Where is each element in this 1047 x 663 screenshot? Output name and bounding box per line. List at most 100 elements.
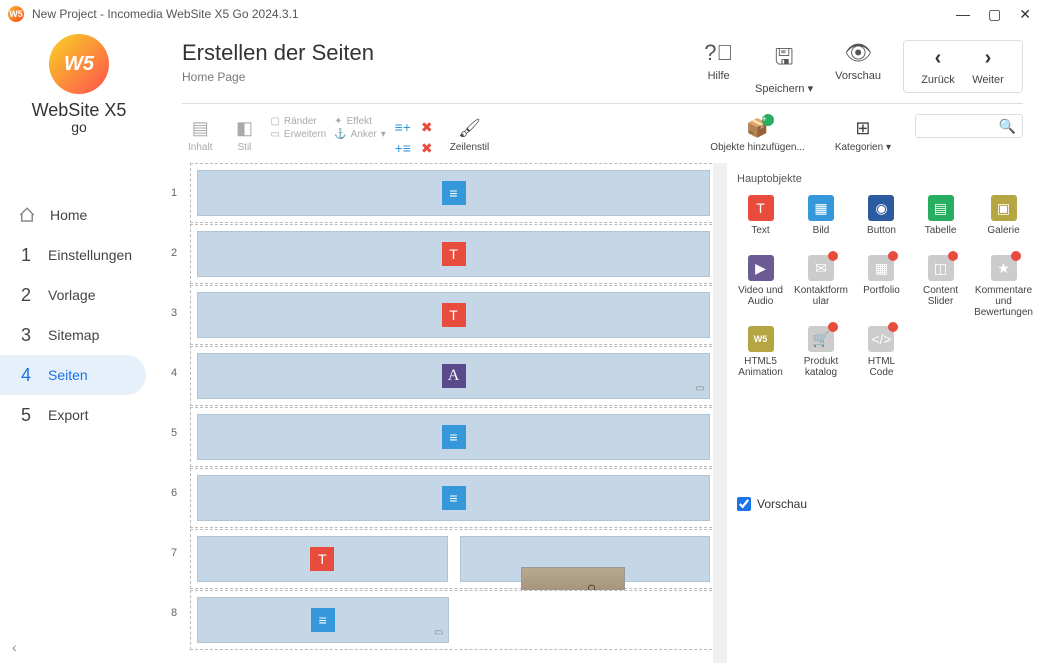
empty-cell[interactable]	[461, 597, 711, 643]
col-remove-button[interactable]: ✖	[418, 139, 436, 157]
row-number: 2	[158, 223, 190, 283]
app-logo: W5	[49, 34, 109, 94]
page-row[interactable]: T CACAO	[190, 529, 717, 589]
title-object-icon: T	[310, 547, 334, 571]
title-cell[interactable]: T	[197, 292, 710, 338]
page-row[interactable]: ≡	[190, 468, 717, 528]
object-label: Produkt katalog	[804, 356, 838, 378]
object-produkt-katalog[interactable]: 🛒 Produkt katalog	[792, 324, 850, 380]
object-icon: ★	[991, 255, 1017, 281]
object-label: Bild	[813, 225, 830, 247]
object-label: Kontaktform ular	[794, 285, 848, 307]
page-row[interactable]: ≡	[190, 407, 717, 467]
page-row[interactable]: ≡▭	[190, 590, 717, 650]
title-cell[interactable]: T	[197, 231, 710, 277]
save-button[interactable]: 🖫Speichern ▾	[755, 40, 813, 95]
row-number: 3	[158, 283, 190, 343]
object-kontaktform-ular[interactable]: ✉Kontaktform ular	[792, 253, 850, 320]
preview-button[interactable]: 👁Vorschau	[835, 40, 881, 82]
object-portfolio[interactable]: ▦ Portfolio	[854, 253, 909, 320]
object-icon: 🛒	[808, 326, 834, 352]
nav-sitemap[interactable]: 3Sitemap	[0, 315, 146, 355]
text-object-icon: ≡	[442, 425, 466, 449]
vertical-scrollbar[interactable]	[713, 163, 727, 663]
object-galerie[interactable]: ▣Galerie	[972, 193, 1035, 249]
chevron-right-icon: ›	[985, 47, 992, 70]
anchor-button[interactable]: ⚓ Anker ▾	[334, 129, 386, 140]
borders-button[interactable]: ▢ Ränder	[270, 116, 326, 127]
object-icon: ▣	[991, 195, 1017, 221]
object-text[interactable]: TText	[733, 193, 788, 249]
page-subtitle: Home Page	[182, 70, 374, 84]
object-html-code[interactable]: </> HTML Code	[854, 324, 909, 380]
object-kommentare-und-bewertungen[interactable]: ★ Kommentare und Bewertungen	[972, 253, 1035, 320]
object-label: Content Slider	[923, 285, 958, 307]
preview-checkbox[interactable]: Vorschau	[733, 487, 1035, 651]
object-label: Tabelle	[925, 225, 957, 247]
page-canvas[interactable]: 1 2 3 4 5 6 7 8 ≡ T T	[158, 163, 727, 663]
categories-icon: ⊞	[851, 116, 875, 140]
object-label: Kommentare und Bewertungen	[974, 285, 1033, 318]
page-row[interactable]: A▭	[190, 346, 717, 406]
object-label: Portfolio	[863, 285, 900, 307]
back-button[interactable]: ‹Zurück	[916, 47, 960, 86]
text-cell[interactable]: ≡▭	[197, 597, 449, 643]
text-object-icon: ≡	[442, 486, 466, 510]
text-cell[interactable]: ≡	[197, 414, 710, 460]
object-video-und-audio[interactable]: ▶Video und Audio	[733, 253, 788, 320]
home-icon	[18, 206, 36, 224]
text-object-icon: ≡	[311, 608, 335, 632]
minimize-button[interactable]: —	[956, 6, 970, 23]
app-icon: W5	[8, 6, 24, 22]
nav-pages[interactable]: 4Seiten	[0, 355, 146, 395]
object-tabelle[interactable]: ▤ Tabelle	[913, 193, 968, 249]
search-icon: 🔍	[999, 118, 1016, 135]
page-row[interactable]: T	[190, 224, 717, 284]
object-bild[interactable]: ▦Bild	[792, 193, 850, 249]
nav-template[interactable]: 2Vorlage	[0, 275, 146, 315]
page-row[interactable]: T	[190, 285, 717, 345]
categories-button[interactable]: ⊞Kategorien ▾	[829, 114, 897, 155]
eye-icon: 👁	[844, 40, 872, 66]
object-label: HTML5 Animation	[738, 356, 782, 378]
nav-home[interactable]: Home	[0, 195, 146, 235]
search-input[interactable]: 🔍	[915, 114, 1023, 138]
object-icon: T	[748, 195, 774, 221]
content-button[interactable]: ▤Inhalt	[182, 114, 218, 155]
rowstyle-button[interactable]: 🖌Zeilenstil	[444, 114, 495, 155]
page-row[interactable]: ≡	[190, 163, 717, 223]
next-button[interactable]: ›Weiter	[966, 47, 1010, 86]
effect-button[interactable]: ✦ Effekt	[334, 116, 386, 127]
object-html5-animation[interactable]: W5HTML5 Animation	[733, 324, 788, 380]
cell-badge-icon: ▭	[434, 627, 443, 638]
nav-export[interactable]: 5Export	[0, 395, 146, 435]
add-objects-button[interactable]: 📦+Objekte hinzufügen...	[704, 114, 811, 155]
nav-settings[interactable]: 1Einstellungen	[0, 235, 146, 275]
logo-edition: go	[71, 119, 87, 135]
content-icon: ▤	[188, 116, 212, 140]
text-cell[interactable]: ≡	[197, 170, 710, 216]
row-add-after-button[interactable]: +≡	[394, 139, 412, 157]
row-number: 4	[158, 343, 190, 403]
row-remove-button[interactable]: ✖	[418, 118, 436, 136]
row-add-before-button[interactable]: ≡+	[394, 118, 412, 136]
style-button[interactable]: ◧Stil	[226, 114, 262, 155]
expand-button[interactable]: ▭ Erweitern	[270, 129, 326, 140]
object-button[interactable]: ◉Button	[854, 193, 909, 249]
text-cell[interactable]: ≡	[197, 475, 710, 521]
title-cell[interactable]: T	[197, 536, 448, 582]
close-button[interactable]: ✕	[1019, 6, 1031, 23]
object-icon: ▦	[868, 255, 894, 281]
font-cell[interactable]: A▭	[197, 353, 710, 399]
help-button[interactable]: ?⃝Hilfe	[704, 40, 733, 82]
object-icon: ▤	[928, 195, 954, 221]
preview-checkbox-input[interactable]	[737, 497, 751, 511]
image-cell[interactable]: CACAO	[460, 536, 711, 582]
object-content-slider[interactable]: ◫ Content Slider	[913, 253, 968, 320]
object-label: HTML Code	[856, 356, 907, 378]
collapse-sidebar-button[interactable]: ‹	[0, 631, 29, 663]
object-icon: ◫	[928, 255, 954, 281]
row-number: 1	[158, 163, 190, 223]
maximize-button[interactable]: ▢	[988, 6, 1001, 23]
object-icon: </>	[868, 326, 894, 352]
